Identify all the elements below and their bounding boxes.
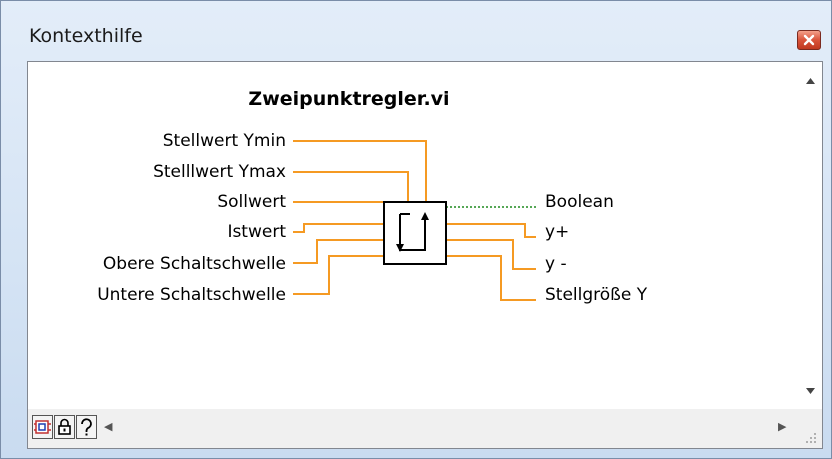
output-label: Stellgröße Y (545, 285, 648, 305)
resize-grip[interactable] (804, 431, 818, 445)
lock-button[interactable] (54, 415, 75, 439)
output-label: Boolean (545, 192, 614, 212)
bottom-toolbar: ◀ ▶ (28, 409, 822, 448)
input-label: Stellwert Ymin (163, 131, 286, 151)
help-panel: Zweipunktregler.vi Stellwert Ymin Stelll… (27, 61, 823, 449)
vi-icon (383, 201, 447, 265)
title-bar[interactable]: Kontexthilfe (1, 1, 831, 61)
input-label: Sollwert (217, 192, 286, 212)
connector-pane-diagram: Zweipunktregler.vi Stellwert Ymin Stelll… (97, 88, 648, 305)
close-icon (803, 34, 815, 46)
output-label: y - (545, 254, 567, 274)
input-label: Istwert (227, 222, 286, 242)
help-content: Zweipunktregler.vi Stellwert Ymin Stelll… (28, 62, 798, 408)
window-title: Kontexthilfe (29, 25, 143, 47)
lock-icon (58, 418, 71, 435)
detailed-help-button[interactable] (32, 415, 53, 439)
detailed-help-icon (34, 420, 51, 434)
scroll-left-arrow[interactable]: ◀ (104, 420, 112, 433)
close-button[interactable] (797, 30, 821, 50)
input-label: Untere Schaltschwelle (97, 285, 286, 305)
output-wires (446, 206, 536, 301)
vi-name: Zweipunktregler.vi (248, 88, 449, 110)
scroll-up-arrow (806, 78, 815, 84)
question-help-icon (81, 418, 92, 436)
vertical-scrollbar[interactable] (799, 62, 822, 408)
scroll-right-arrow[interactable]: ▶ (778, 420, 786, 433)
vscroll-arrows (806, 78, 815, 394)
context-help-window: Kontexthilfe Zweipunktregler.vi Stellwer… (0, 0, 832, 459)
output-label: y+ (545, 222, 569, 242)
scroll-down-arrow (806, 388, 815, 394)
help-button[interactable] (76, 415, 97, 439)
input-label: Obere Schaltschwelle (103, 254, 286, 274)
input-label: Stelllwert Ymax (153, 162, 286, 182)
